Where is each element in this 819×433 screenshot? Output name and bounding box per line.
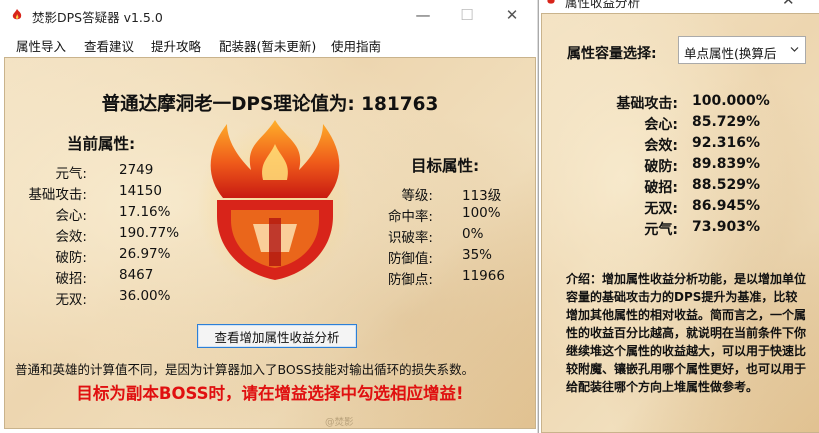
capacity-select[interactable]: 单点属性(换算后 [678, 36, 806, 64]
target-label: 防御点: [387, 272, 433, 288]
menu-user-guide[interactable]: 使用指南 [331, 36, 381, 55]
ratio-label: 会效: [644, 138, 678, 154]
attr-label: 破防: [55, 250, 87, 266]
flame-crest-logo [197, 120, 353, 290]
ratio-value: 88.529% [692, 177, 761, 193]
flame-icon [12, 9, 22, 20]
target-label: 防御值: [387, 251, 433, 267]
menu-view-advice[interactable]: 查看建议 [84, 36, 134, 55]
ratio-label: 会心: [644, 117, 678, 133]
target-value: 0% [462, 226, 484, 242]
ratio-value: 85.729% [692, 114, 761, 130]
ratio-label: 元气: [644, 222, 678, 238]
attr-label: 元气: [55, 166, 87, 182]
capacity-select-value: 单点属性(换算后 [684, 46, 777, 61]
attr-value: 8467 [119, 267, 154, 283]
flame-icon [547, 0, 555, 4]
ratio-label: 基础攻击: [616, 96, 678, 112]
close-button[interactable]: ✕ [489, 0, 535, 30]
watermark: @焚影 [325, 417, 354, 428]
attr-label: 会效: [55, 229, 87, 245]
attr-value: 190.77% [119, 225, 180, 241]
ratio-value: 100.000% [692, 93, 770, 109]
attr-value: 26.97% [119, 246, 171, 262]
boss-warning: 目标为副本BOSS时，请在增益选择中勾选相应增益! [76, 384, 464, 403]
minimize-button[interactable]: — [400, 0, 446, 30]
ratio-value: 89.839% [692, 156, 761, 172]
ratio-value: 92.316% [692, 135, 761, 151]
menu-upgrade-guide[interactable]: 提升攻略 [151, 36, 201, 55]
ratio-value: 73.903% [692, 219, 761, 235]
target-value: 113级 [462, 188, 502, 204]
analysis-title-bar[interactable]: 属性收益分析 ✕ [539, 0, 819, 12]
menu-gear-planner[interactable]: 配装器(暂未更新) [219, 36, 316, 55]
analysis-panel: 属性容量选择: 单点属性(换算后 基础攻击: 100.000% 会心: 85.7… [541, 13, 819, 433]
target-attrs-title: 目标属性: [411, 157, 480, 175]
title-bar[interactable]: 焚影DPS答疑器 v1.5.0 — ☐ ✕ [0, 0, 537, 30]
attr-value: 36.00% [119, 288, 171, 304]
analyze-gains-button[interactable]: 查看增加属性收益分析 [197, 324, 357, 348]
attr-value: 17.16% [119, 204, 171, 220]
capacity-label: 属性容量选择: [567, 46, 657, 62]
attr-value: 2749 [119, 162, 154, 178]
main-panel: 普通达摩洞老一DPS理论值为: 181763 当前属性: 元气: 2749 基础… [4, 57, 536, 429]
target-value: 100% [462, 205, 501, 221]
analysis-window: 属性收益分析 ✕ 属性容量选择: 单点属性(换算后 基础攻击: 100.000%… [538, 0, 819, 433]
maximize-button[interactable]: ☐ [444, 0, 490, 30]
ratio-value: 86.945% [692, 198, 761, 214]
chevron-down-icon [790, 47, 799, 52]
current-attrs-title: 当前属性: [67, 135, 136, 153]
menu-attr-import[interactable]: 属性导入 [16, 36, 66, 55]
attr-label: 破招: [55, 271, 87, 287]
target-value: 35% [462, 247, 493, 263]
target-value: 11966 [462, 268, 505, 284]
target-label: 识破率: [387, 230, 433, 246]
analysis-window-title: 属性收益分析 [565, 0, 641, 10]
dps-headline: 普通达摩洞老一DPS理论值为: 181763 [101, 94, 439, 115]
attr-value: 14150 [119, 183, 162, 199]
calc-note: 普通和英雄的计算值不同，是因为计算器加入了BOSS技能对输出循环的损失系数。 [15, 362, 475, 377]
main-window: 焚影DPS答疑器 v1.5.0 — ☐ ✕ 属性导入 查看建议 提升攻略 配装器… [0, 0, 537, 433]
attr-label: 会心: [55, 208, 87, 224]
attr-label: 无双: [55, 292, 87, 308]
close-button[interactable]: ✕ [782, 0, 795, 9]
attr-label: 基础攻击: [28, 187, 87, 203]
analysis-intro: 介绍：增加属性收益分析功能，是以增加单位容量的基础攻击力的DPS提升为基准，比较… [566, 272, 807, 394]
ratio-label: 破防: [644, 159, 678, 175]
menu-bar: 属性导入 查看建议 提升攻略 配装器(暂未更新) 使用指南 [0, 30, 537, 56]
ratio-label: 无双: [644, 201, 678, 217]
ratio-label: 破招: [644, 180, 678, 196]
window-title: 焚影DPS答疑器 v1.5.0 [32, 10, 163, 25]
target-label: 命中率: [387, 209, 433, 225]
target-label: 等级: [401, 188, 433, 204]
